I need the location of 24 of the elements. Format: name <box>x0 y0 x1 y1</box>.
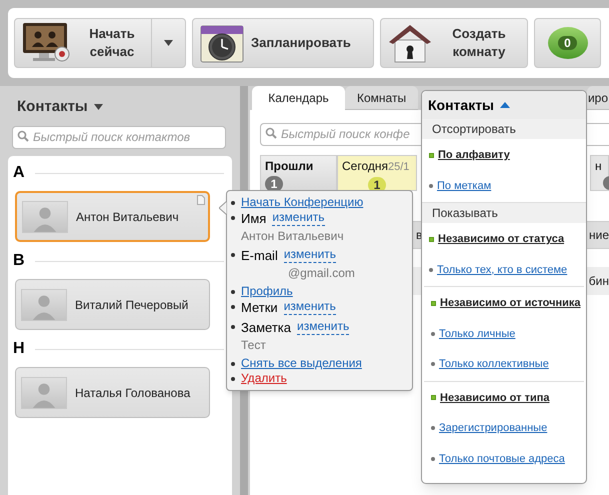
day-label: н <box>595 158 602 175</box>
contact-name: Наталья Голованова <box>75 384 190 402</box>
field-value: @gmail.com <box>288 266 356 281</box>
day-date: 25/1 <box>388 160 410 175</box>
contact-name: Виталий Печеровый <box>75 296 188 314</box>
section-heading: Показывать <box>422 203 586 223</box>
field-value: Тест <box>241 338 267 353</box>
message-count: 0 <box>558 36 577 50</box>
row-text: ние <box>588 227 609 244</box>
menu-title: Контакты <box>428 96 494 114</box>
day-label: Прошли <box>265 158 314 175</box>
contact-name: Антон Витальевич <box>76 208 179 226</box>
section-heading: Отсортировать <box>422 119 586 139</box>
day-label: Сегодня <box>342 158 388 175</box>
field-label: Имя <box>241 210 266 226</box>
contacts-title: Контакты <box>17 96 88 117</box>
field-label: Заметка <box>241 320 291 334</box>
field-label: Метки <box>241 300 278 314</box>
field-value: Антон Витальевич <box>241 229 345 244</box>
letter-heading: В <box>13 251 25 271</box>
letter-heading: Н <box>13 339 25 359</box>
row-text: бин <box>588 273 609 290</box>
letter-heading: А <box>13 163 25 183</box>
field-label: E-mail <box>241 248 278 262</box>
